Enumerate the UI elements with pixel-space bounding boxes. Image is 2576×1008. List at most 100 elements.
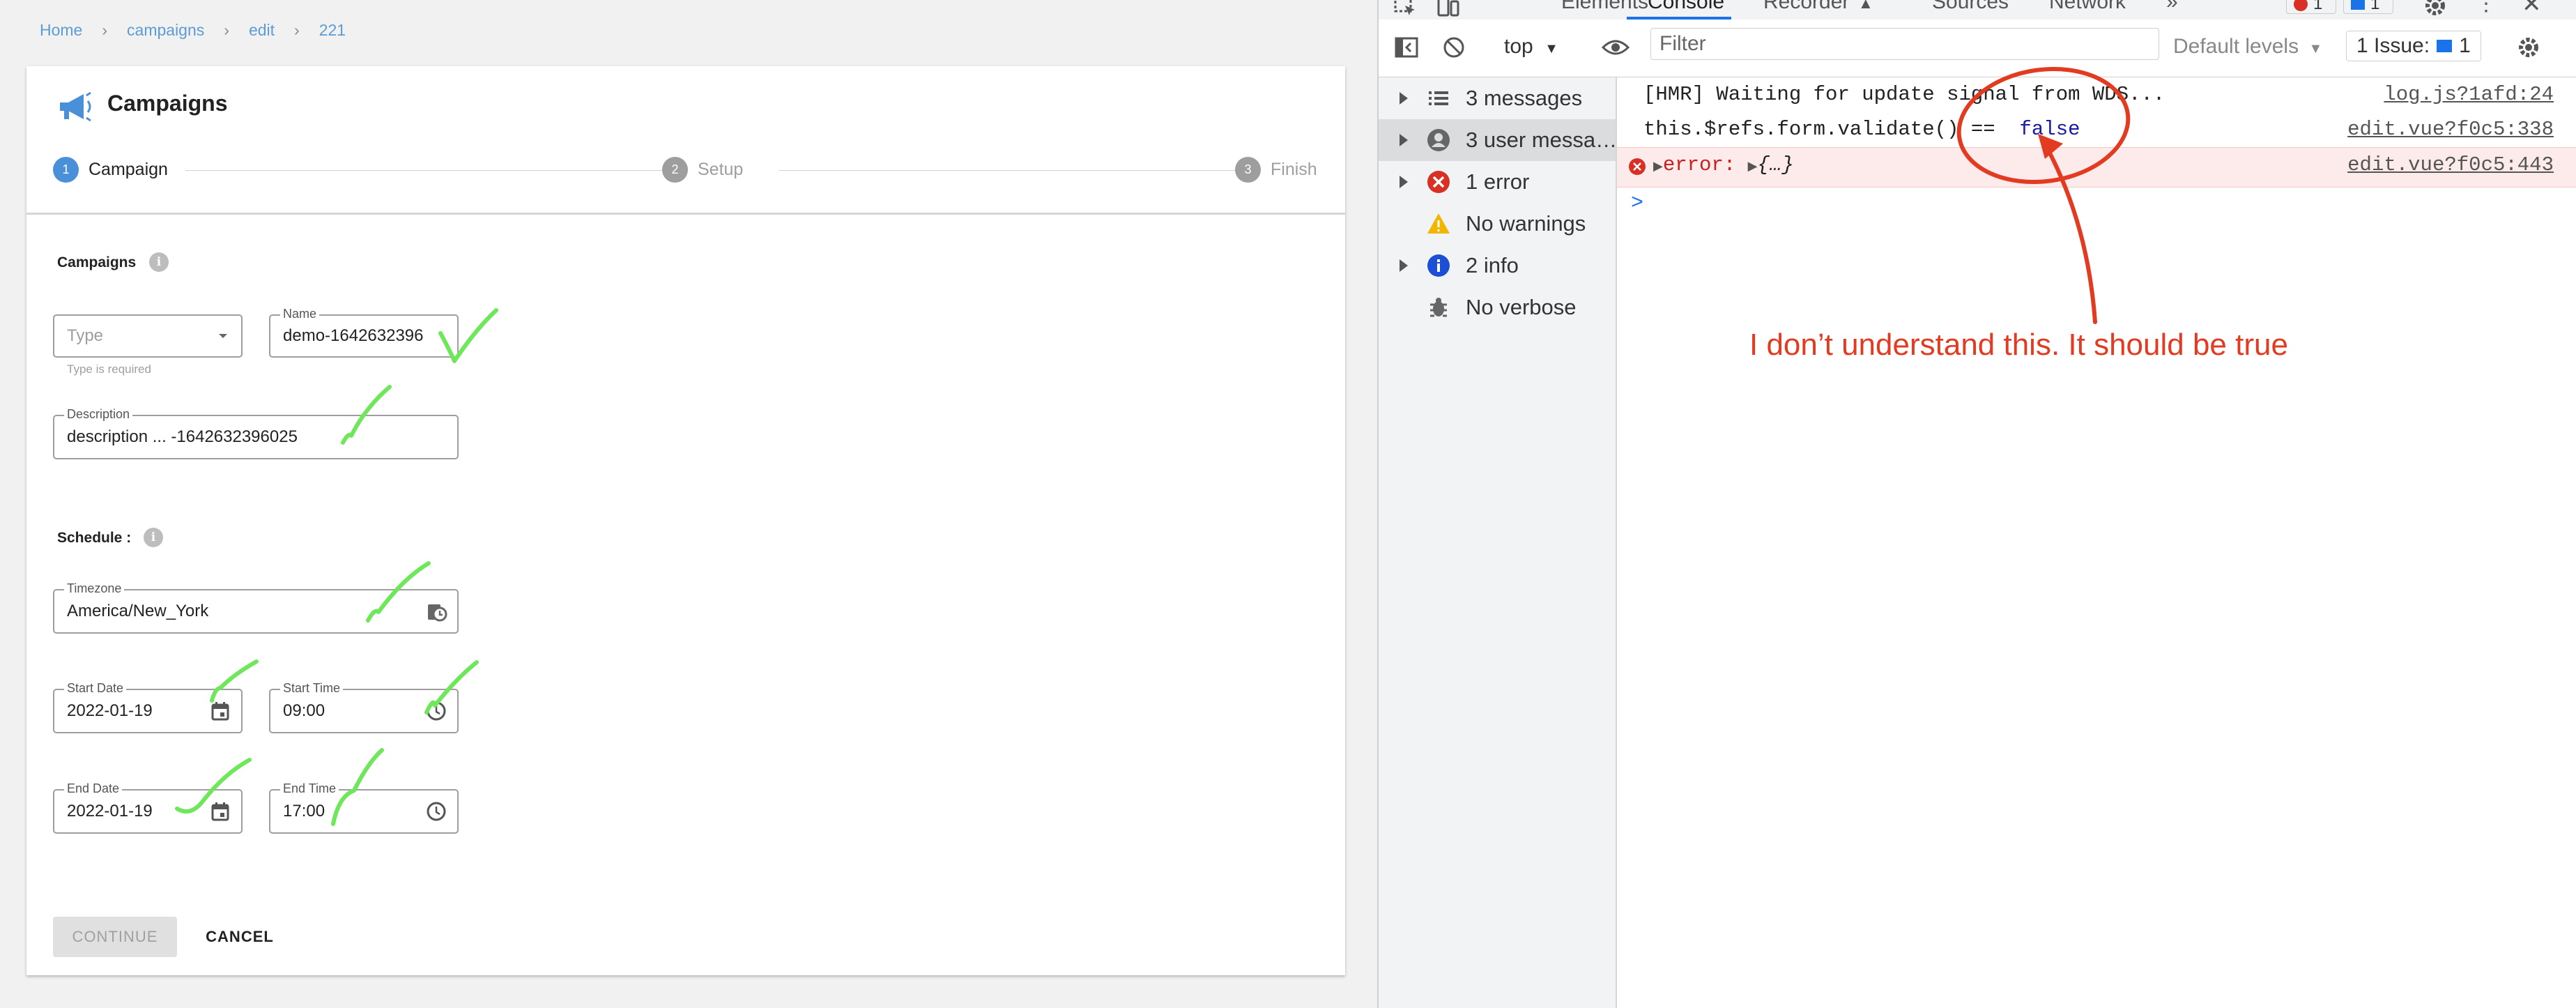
- end-time-field[interactable]: End Time 17:00: [269, 781, 459, 834]
- sidebar-item-messages[interactable]: 3 messages: [1379, 77, 1616, 119]
- breadcrumb-id[interactable]: 221: [319, 21, 346, 40]
- step-campaign[interactable]: 1 Campaign: [53, 157, 168, 183]
- error-label: error:: [1662, 153, 1736, 176]
- description-label: Description: [64, 407, 133, 422]
- expand-arrow-icon[interactable]: [1400, 92, 1408, 105]
- start-time-label: Start Time: [280, 681, 344, 696]
- sidebar-item-errors[interactable]: 1 error: [1379, 161, 1616, 203]
- continue-button[interactable]: CONTINUE: [53, 917, 177, 957]
- log-value: false: [2019, 118, 2080, 141]
- close-icon[interactable]: ✕: [2522, 0, 2542, 18]
- bug-icon: [1430, 298, 1447, 317]
- error-counter[interactable]: 1: [2286, 0, 2336, 14]
- sidebar-item-label: 2 info: [1466, 253, 1519, 277]
- expand-arrow-icon[interactable]: [1400, 259, 1408, 272]
- console-sidebar: 3 messages 3 user messa… 1 error No warn…: [1379, 77, 1617, 1008]
- log-source-link[interactable]: edit.vue?f0c5:338: [2347, 118, 2554, 141]
- end-date-label: End Date: [64, 781, 123, 796]
- sidebar-item-user-messages[interactable]: 3 user messa…: [1379, 119, 1618, 161]
- log-source-link[interactable]: edit.vue?f0c5:443: [2347, 153, 2554, 176]
- breadcrumb-campaigns[interactable]: campaigns: [127, 21, 204, 40]
- clock-icon[interactable]: [425, 700, 447, 722]
- tab-network[interactable]: Network: [2049, 0, 2126, 14]
- sidebar-toggle-icon[interactable]: [1394, 35, 1419, 60]
- type-placeholder: Type: [67, 326, 104, 345]
- expand-arrow-icon[interactable]: ▶: [1748, 160, 1758, 174]
- step-finish[interactable]: 3 Finish: [1235, 157, 1317, 183]
- eye-icon[interactable]: [1602, 35, 1630, 60]
- context-select[interactable]: top ▼: [1504, 35, 1558, 59]
- message-counter[interactable]: 1: [2343, 0, 2393, 14]
- log-line: this.$refs.form.validate() == false edit…: [1617, 112, 2576, 148]
- type-select[interactable]: Type: [53, 314, 243, 358]
- annotation-text: I don’t understand this. It should be tr…: [1749, 328, 2288, 362]
- log-message: [HMR] Waiting for update signal from WDS…: [1643, 83, 2165, 106]
- user-icon: [1427, 129, 1450, 151]
- end-date-field[interactable]: End Date 2022-01-19: [53, 781, 243, 834]
- end-time-label: End Time: [280, 781, 339, 796]
- info-icon[interactable]: i: [144, 528, 163, 547]
- issues-label: 1 Issue:: [2356, 34, 2430, 57]
- sidebar-item-warnings[interactable]: No warnings: [1379, 203, 1616, 245]
- app-panel: Home › campaigns › edit › 221 Campaigns 1 Camp…: [0, 0, 1377, 1008]
- step-label: Campaign: [89, 160, 168, 179]
- log-levels-dropdown[interactable]: Default levels ▼: [2173, 35, 2322, 59]
- clear-console-icon[interactable]: [1441, 35, 1466, 60]
- clock-icon[interactable]: [425, 800, 447, 823]
- timezone-field[interactable]: Timezone America/New_York: [53, 581, 459, 634]
- step-setup[interactable]: 2 Setup: [662, 157, 743, 183]
- sidebar-item-label: 3 user messa…: [1466, 128, 1618, 152]
- error-icon: [2294, 0, 2308, 11]
- expand-arrow-icon[interactable]: [1400, 134, 1408, 146]
- breadcrumb-edit[interactable]: edit: [249, 21, 275, 40]
- breadcrumb: Home › campaigns › edit › 221: [40, 21, 346, 40]
- name-field[interactable]: Name demo-1642632396: [269, 307, 459, 358]
- timezone-label: Timezone: [64, 581, 125, 596]
- kebab-menu-icon[interactable]: ⋮: [2476, 0, 2497, 16]
- start-time-field[interactable]: Start Time 09:00: [269, 681, 459, 733]
- device-toolbar-icon[interactable]: [1436, 0, 1461, 18]
- expand-arrow-icon[interactable]: [1400, 176, 1408, 188]
- breadcrumb-separator: ›: [102, 21, 108, 39]
- console-prompt[interactable]: >: [1631, 192, 1643, 215]
- step-label: Setup: [698, 160, 744, 179]
- filter-input[interactable]: [1650, 28, 2159, 60]
- tab-console[interactable]: Console: [1648, 0, 1724, 14]
- breadcrumb-home[interactable]: Home: [40, 21, 82, 40]
- start-date-value: 2022-01-19: [67, 701, 153, 720]
- section-schedule-title: Schedule :: [57, 530, 132, 546]
- step-divider: [185, 170, 673, 171]
- gear-icon[interactable]: [2516, 35, 2541, 60]
- megaphone-icon: [60, 91, 91, 122]
- description-field[interactable]: Description description ... -16426323960…: [53, 407, 459, 459]
- error-count: 1: [2313, 0, 2323, 13]
- tab-recorder[interactable]: Recorder: [1763, 0, 1849, 14]
- inspect-icon[interactable]: [1393, 0, 1418, 18]
- calendar-icon[interactable]: [209, 700, 231, 722]
- clock-icon[interactable]: [425, 600, 447, 623]
- gear-icon[interactable]: [2423, 0, 2448, 18]
- campaign-card: Campaigns 1 Campaign 2 Setup 3 Finish Ca…: [26, 66, 1345, 975]
- issues-button[interactable]: 1 Issue: 1: [2346, 31, 2481, 61]
- type-hint: Type is required: [67, 362, 151, 376]
- more-tabs-button[interactable]: »: [2166, 0, 2178, 14]
- tab-elements[interactable]: Elements: [1561, 0, 1648, 14]
- sidebar-item-verbose[interactable]: No verbose: [1379, 287, 1616, 328]
- description-value: description ... -1642632396025: [67, 427, 298, 446]
- log-source-link[interactable]: log.js?1afd:24: [2384, 83, 2554, 106]
- error-object[interactable]: {…}: [1758, 153, 1794, 176]
- tab-sources[interactable]: Sources: [1932, 0, 2009, 14]
- header-divider: [26, 213, 1345, 215]
- sidebar-item-label: 1 error: [1466, 169, 1530, 194]
- calendar-icon[interactable]: [209, 800, 231, 823]
- step-divider: [779, 170, 1253, 171]
- start-date-field[interactable]: Start Date 2022-01-19: [53, 681, 243, 733]
- step-number: 2: [662, 157, 688, 183]
- message-count: 1: [2370, 0, 2380, 13]
- list-icon: [1429, 91, 1448, 105]
- cancel-button[interactable]: CANCEL: [191, 917, 289, 957]
- info-icon[interactable]: i: [149, 252, 169, 272]
- expand-arrow-icon[interactable]: ▶: [1653, 160, 1663, 174]
- name-value: demo-1642632396: [283, 326, 424, 345]
- sidebar-item-info[interactable]: 2 info: [1379, 245, 1616, 287]
